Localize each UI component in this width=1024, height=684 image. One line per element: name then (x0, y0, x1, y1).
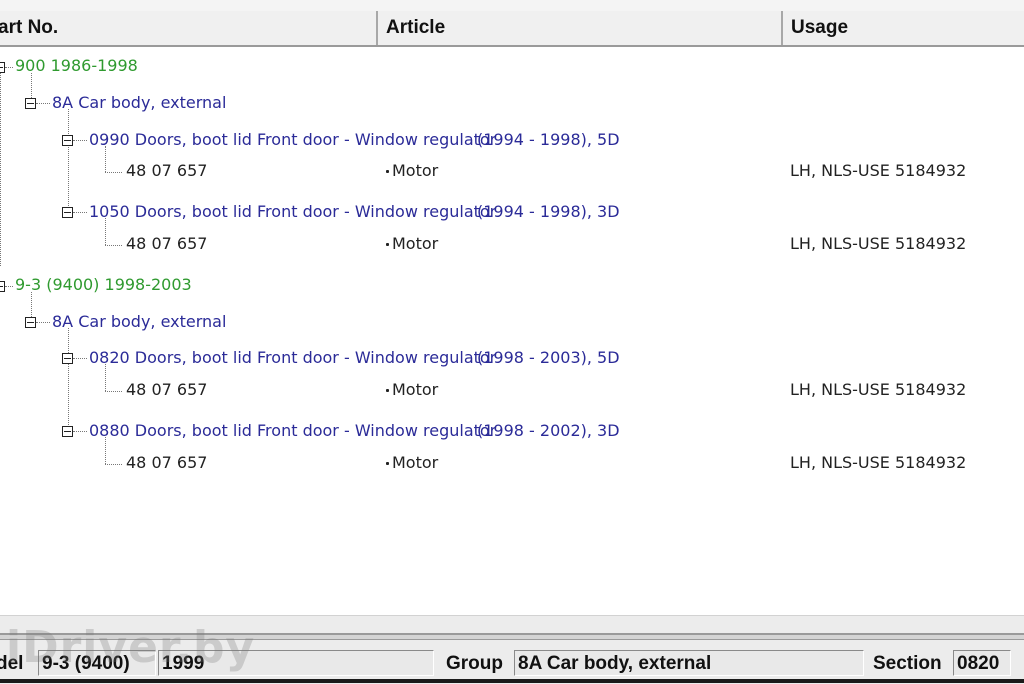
collapse-icon[interactable] (62, 353, 73, 364)
bullet-icon (386, 389, 389, 392)
column-header-part-no[interactable]: art No. (0, 11, 378, 45)
part-number[interactable]: 48 07 657 (126, 159, 207, 183)
tree-connector (5, 67, 13, 68)
tree-connector (31, 73, 32, 98)
tree-connector (36, 103, 50, 104)
tree-section[interactable]: 0880 Doors, boot lid Front door - Window… (89, 419, 496, 443)
tree-connector (73, 140, 87, 141)
bullet-icon (386, 170, 389, 173)
part-number[interactable]: 48 07 657 (126, 378, 207, 402)
tree-connector (105, 437, 106, 464)
tree-group[interactable]: 8A Car body, external (52, 310, 226, 334)
tree-section-years: (1994 - 1998), 5D (477, 130, 620, 149)
column-header-usage[interactable]: Usage (783, 11, 1024, 45)
tree-section-years: (1998 - 2002), 3D (477, 421, 620, 440)
collapse-icon[interactable] (62, 135, 73, 146)
tree-connector (105, 146, 106, 172)
article-name[interactable]: Motor (392, 232, 438, 256)
tree-connector (68, 328, 69, 431)
usage-value: LH, NLS-USE 5184932 (790, 234, 967, 253)
tree-connector (105, 245, 122, 246)
part-number[interactable]: 48 07 657 (126, 232, 207, 256)
collapse-icon[interactable] (25, 317, 36, 328)
tree-connector (5, 286, 13, 287)
column-header: art No. Article Usage (0, 11, 1024, 47)
tree-connector (105, 364, 106, 391)
watermark-logo: iDriver.by (6, 622, 256, 673)
tree-connector (73, 358, 87, 359)
tree-connector (105, 218, 106, 245)
bullet-icon (386, 243, 389, 246)
tree-connector (31, 292, 32, 317)
parts-tree: 900 1986-1998 8A Car body, external 0990… (0, 47, 1024, 615)
tree-connector (0, 73, 1, 266)
tree-connector (73, 431, 87, 432)
tree-group[interactable]: 8A Car body, external (52, 91, 226, 115)
part-number[interactable]: 48 07 657 (126, 451, 207, 475)
tree-section[interactable]: 0990 Doors, boot lid Front door - Window… (89, 128, 496, 152)
bullet-icon (386, 462, 389, 465)
tree-section[interactable]: 1050 Doors, boot lid Front door - Window… (89, 200, 496, 224)
tree-section[interactable]: 0820 Doors, boot lid Front door - Window… (89, 346, 496, 370)
section-field[interactable]: 0820 (953, 650, 1011, 676)
collapse-icon[interactable] (62, 207, 73, 218)
collapse-icon[interactable] (62, 426, 73, 437)
article-name[interactable]: Motor (392, 378, 438, 402)
tree-connector (36, 322, 50, 323)
tree-connector (105, 464, 122, 465)
usage-value: LH, NLS-USE 5184932 (790, 453, 967, 472)
column-header-article[interactable]: Article (378, 11, 783, 45)
usage-value: LH, NLS-USE 5184932 (790, 380, 967, 399)
usage-value: LH, NLS-USE 5184932 (790, 161, 967, 180)
tree-connector (105, 391, 122, 392)
tree-connector (105, 172, 122, 173)
article-name[interactable]: Motor (392, 159, 438, 183)
collapse-icon[interactable] (25, 98, 36, 109)
section-label: Section (873, 653, 942, 674)
group-field[interactable]: 8A Car body, external (514, 650, 864, 676)
article-name[interactable]: Motor (392, 451, 438, 475)
tree-section-years: (1998 - 2003), 5D (477, 348, 620, 367)
group-label: Group (446, 653, 503, 674)
tree-section-years: (1994 - 1998), 3D (477, 202, 620, 221)
tree-connector (68, 109, 69, 212)
tree-connector (73, 212, 87, 213)
bottom-strip (0, 679, 1024, 683)
tree-model-900[interactable]: 900 1986-1998 (15, 54, 138, 78)
tree-model-9-3[interactable]: 9-3 (9400) 1998-2003 (15, 273, 192, 297)
